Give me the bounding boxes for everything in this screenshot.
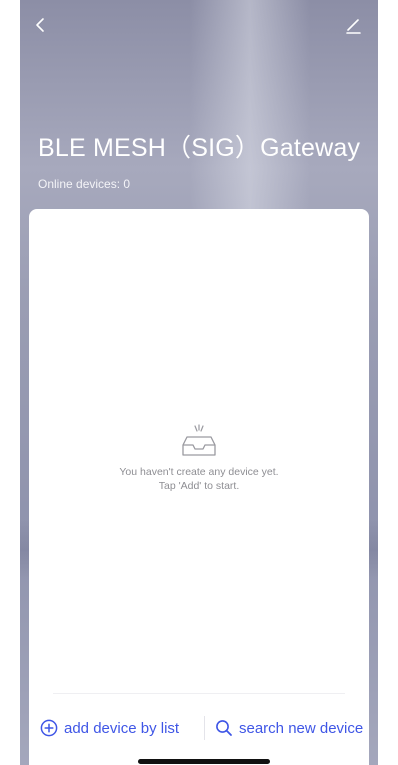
empty-message-line-2: Tap 'Add' to start. <box>158 480 240 492</box>
edit-button[interactable] <box>342 14 364 36</box>
add-device-by-list-label: add device by list <box>64 719 180 737</box>
page-title: BLE MESH（SIG）Gateway <box>38 134 361 162</box>
empty-tray-icon <box>182 424 216 456</box>
app-screen: BLE MESH（SIG）Gateway Online devices: 0 Y… <box>20 0 378 765</box>
empty-state: You haven't create any device yet. Tap '… <box>29 423 369 493</box>
divider <box>53 693 345 694</box>
online-devices-count: Online devices: 0 <box>38 177 131 191</box>
action-separator <box>204 716 205 740</box>
chevron-left-icon <box>36 18 44 32</box>
search-new-device-button[interactable]: search new device <box>215 714 363 742</box>
device-list-card: You haven't create any device yet. Tap '… <box>29 209 369 765</box>
navigation-bar <box>20 12 378 40</box>
back-button[interactable] <box>30 14 52 36</box>
plus-circle-icon <box>40 719 58 737</box>
add-device-by-list-button[interactable]: add device by list <box>40 714 179 742</box>
search-new-device-label: search new device <box>239 719 364 737</box>
action-bar: add device by list search new device <box>29 714 369 742</box>
search-icon <box>216 720 232 736</box>
empty-message-line-1: You haven't create any device yet. <box>119 466 279 478</box>
pencil-icon <box>346 19 361 34</box>
home-indicator <box>138 759 270 764</box>
